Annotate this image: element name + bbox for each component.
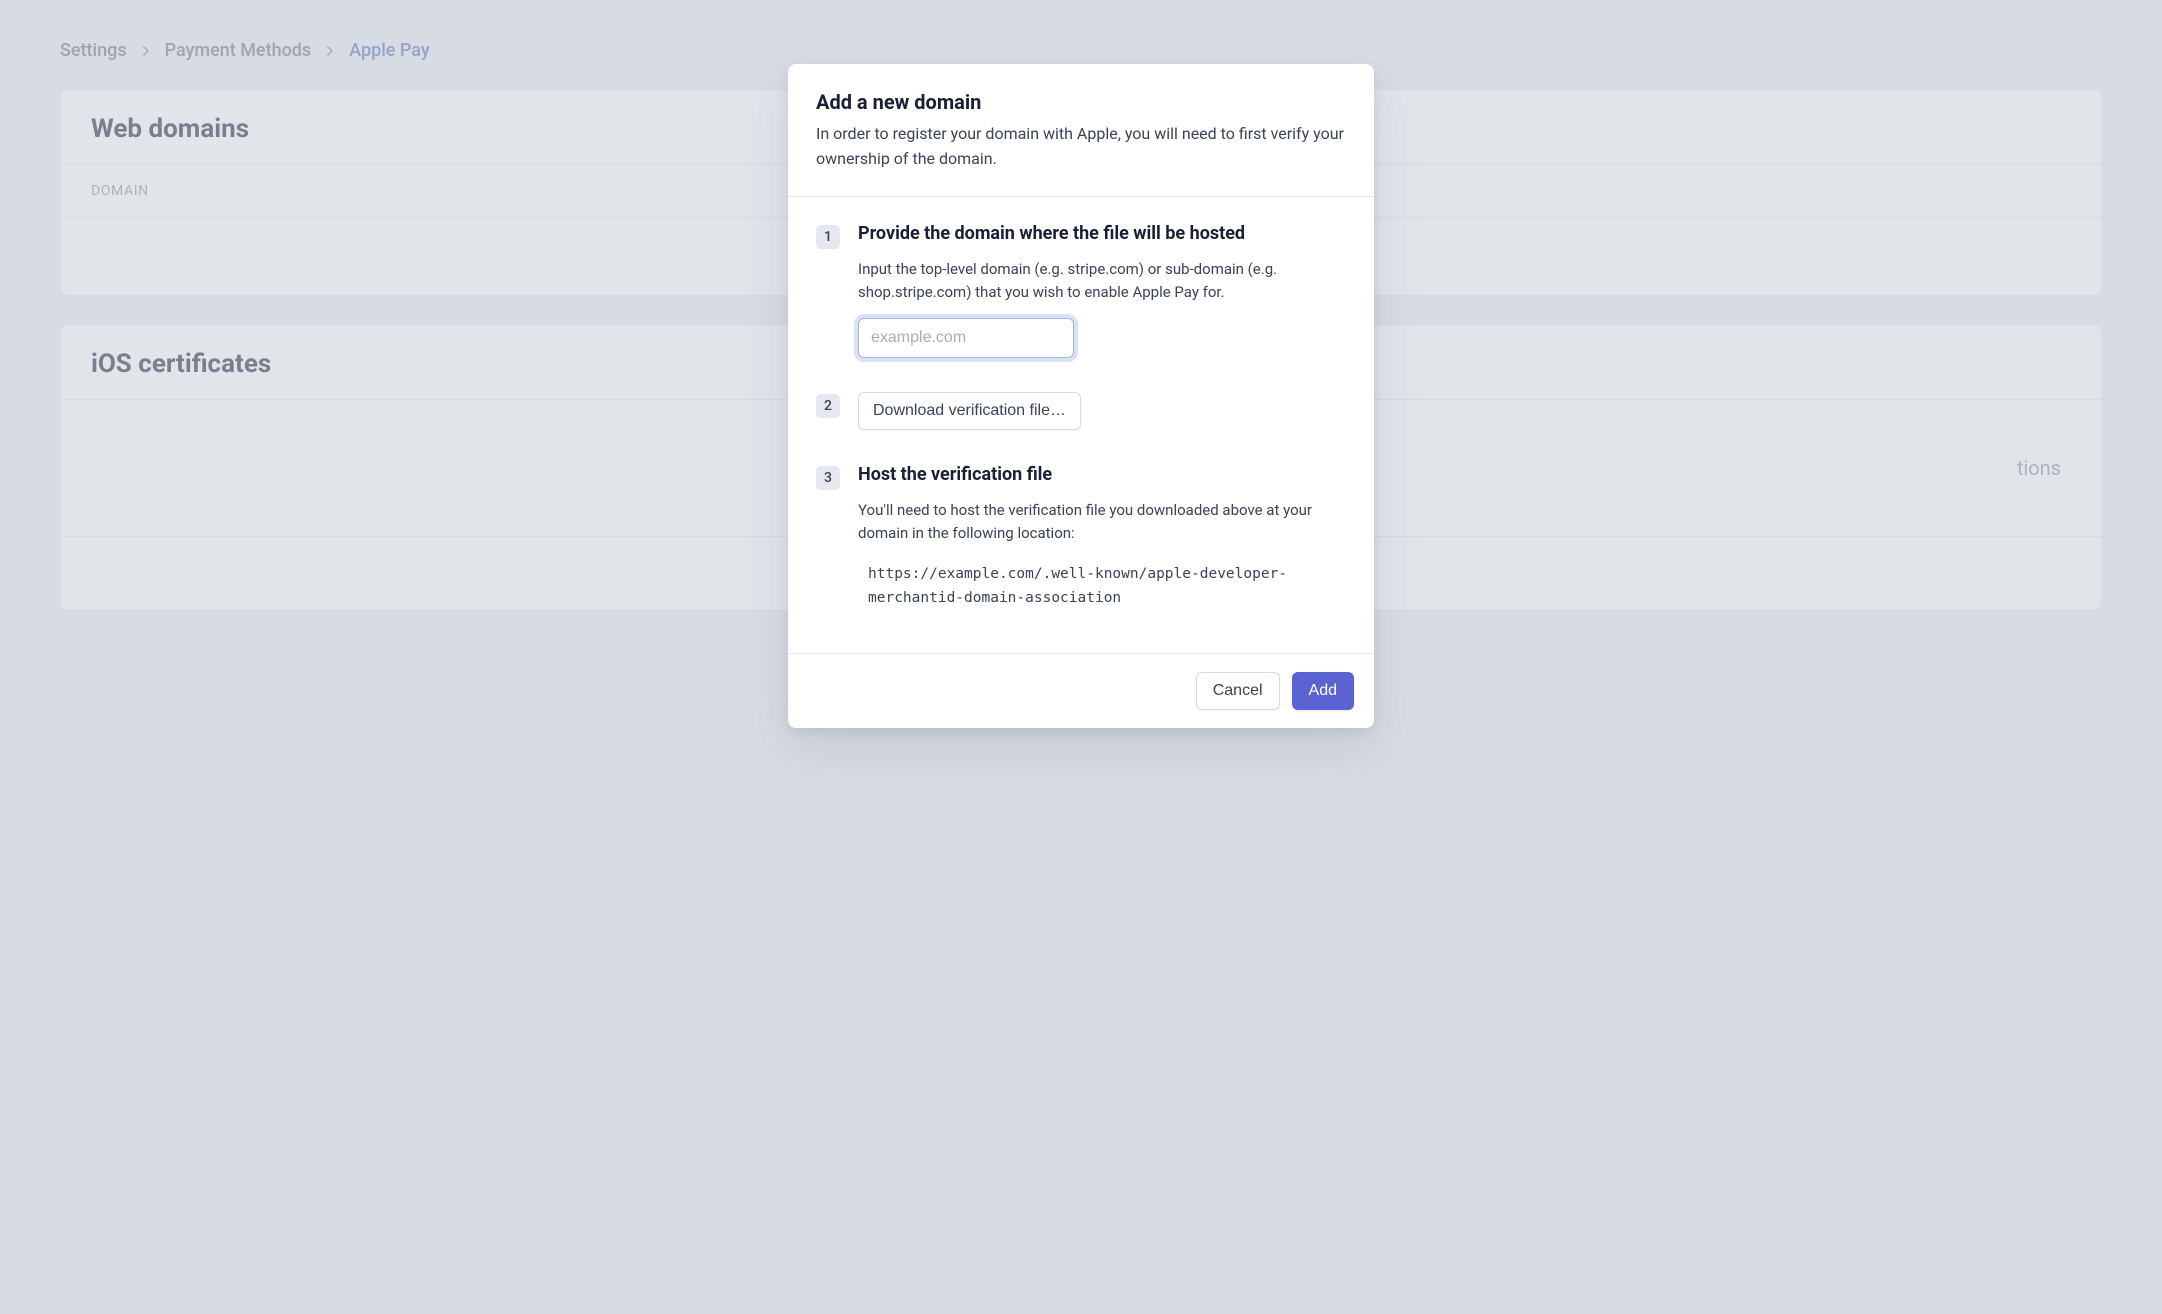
modal-overlay[interactable]: Add a new domain In order to register yo…	[0, 0, 2162, 1314]
step-1: 1 Provide the domain where the file will…	[816, 223, 1346, 359]
step-3-title: Host the verification file	[858, 464, 1346, 485]
step-1-description: Input the top-level domain (e.g. stripe.…	[858, 258, 1346, 305]
step-2: 2 Download verification file…	[816, 392, 1346, 430]
cancel-button[interactable]: Cancel	[1196, 672, 1280, 710]
modal-title: Add a new domain	[816, 90, 1346, 114]
step-3-badge: 3	[816, 466, 840, 490]
step-3: 3 Host the verification file You'll need…	[816, 464, 1346, 611]
add-button[interactable]: Add	[1292, 672, 1354, 710]
download-verification-file-button[interactable]: Download verification file…	[858, 392, 1081, 430]
modal-subtitle: In order to register your domain with Ap…	[816, 122, 1346, 172]
step-3-description: You'll need to host the verification fil…	[858, 499, 1346, 546]
verification-file-path: https://example.com/.well-known/apple-de…	[858, 562, 1346, 611]
step-1-badge: 1	[816, 225, 840, 249]
add-domain-modal: Add a new domain In order to register yo…	[788, 64, 1374, 728]
domain-input[interactable]	[858, 318, 1074, 358]
step-2-badge: 2	[816, 394, 840, 418]
step-1-title: Provide the domain where the file will b…	[858, 223, 1346, 244]
